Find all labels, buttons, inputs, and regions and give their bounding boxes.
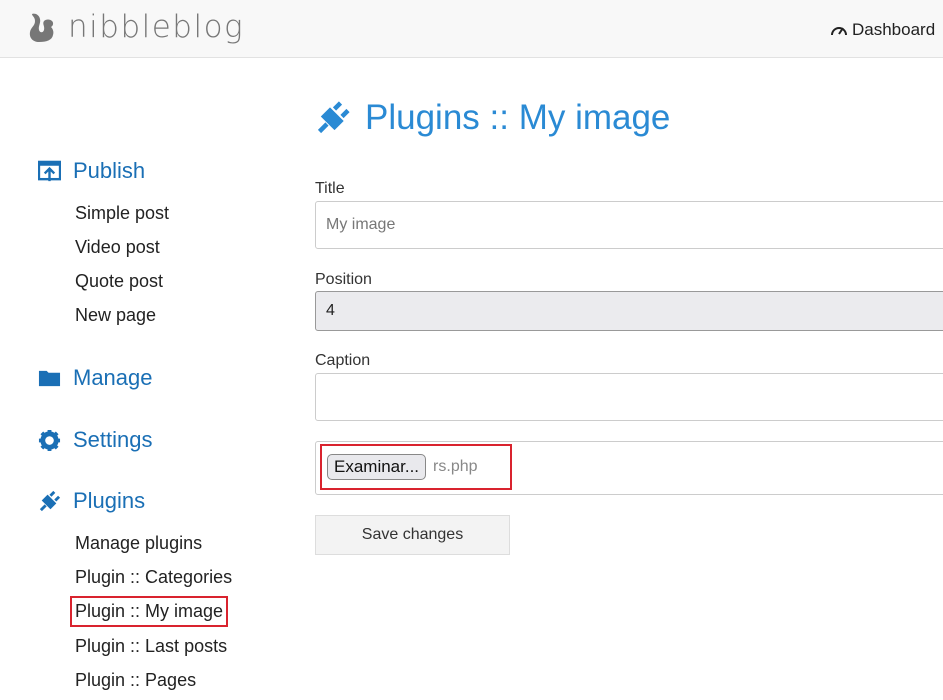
save-button[interactable]: Save changes [315,515,510,555]
logo-text: nibbleblog [68,9,245,45]
file-input[interactable]: Examinar... rs.php [320,444,512,490]
dashboard-link[interactable]: Dashboard [830,20,935,40]
gauge-icon [831,27,847,36]
sidebar-item-quote-post[interactable]: Quote post [75,271,163,292]
folder-icon [38,370,61,386]
plug-icon [39,490,61,511]
sidebar-item-plugin-my-image[interactable]: Plugin :: My image [69,596,229,627]
manage-label: Manage [73,365,153,390]
sidebar-settings[interactable]: Settings [38,427,153,453]
plugins-label: Plugins [73,488,146,513]
title-label: Title [315,180,345,197]
page-title-text: Plugins :: My image [365,98,671,137]
dashboard-label: Dashboard [852,20,936,39]
publish-label: Publish [73,158,146,183]
position-select[interactable]: 4 [315,291,943,331]
title-input[interactable]: My image [315,201,943,249]
header: nibbleblog Dashboard [0,0,943,58]
page-title: Plugins :: My image [315,98,670,138]
settings-label: Settings [73,427,153,452]
browse-button[interactable]: Examinar... [327,454,427,480]
caption-label: Caption [315,352,371,369]
gear-icon [38,429,61,451]
file-name: rs.php [433,458,478,475]
sidebar-publish[interactable]: Publish [38,158,145,184]
plug-icon [317,101,350,134]
squirrel-logo-icon [29,13,54,42]
position-label: Position [315,271,372,288]
sidebar-item-plugin-categories[interactable]: Plugin :: Categories [75,567,232,588]
sidebar-plugins[interactable]: Plugins [38,488,145,514]
caption-input[interactable] [315,373,943,421]
sidebar-item-simple-post[interactable]: Simple post [75,203,169,224]
sidebar-item-video-post[interactable]: Video post [75,237,160,258]
publish-icon [38,160,61,181]
sidebar-manage[interactable]: Manage [38,365,153,391]
sidebar-item-plugin-pages[interactable]: Plugin :: Pages [75,670,196,691]
sidebar-item-plugin-last-posts[interactable]: Plugin :: Last posts [75,636,227,657]
sidebar-item-new-page[interactable]: New page [75,305,156,326]
sidebar-item-manage-plugins[interactable]: Manage plugins [75,533,202,554]
